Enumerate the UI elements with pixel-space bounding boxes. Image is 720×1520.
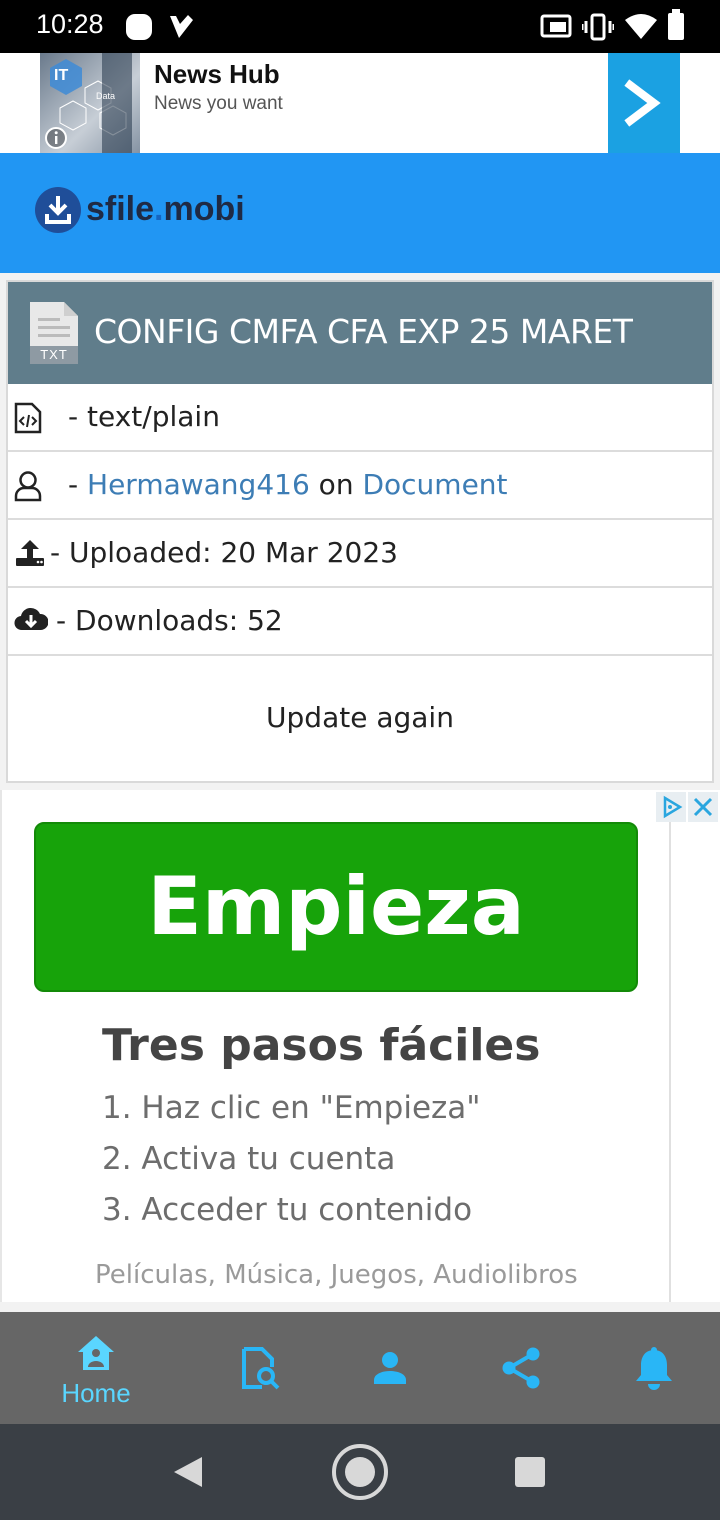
ad-close-icon[interactable] bbox=[688, 792, 718, 822]
vibrate-icon bbox=[582, 13, 614, 41]
user-icon bbox=[374, 1352, 406, 1384]
top-ad-banner[interactable]: IT Data News Hub News you want bbox=[0, 53, 720, 153]
ad-image[interactable]: IT Data bbox=[40, 53, 140, 153]
ad-step-3: 3. Acceder tu contenido bbox=[102, 1192, 473, 1228]
nav-home-label: Home bbox=[61, 1378, 131, 1408]
share-icon bbox=[502, 1347, 540, 1389]
uploader-on: on bbox=[309, 468, 363, 501]
file-info-card: TXT CONFIG CMFA CFA EXP 25 MARET - text/… bbox=[6, 280, 714, 783]
chevron-right-icon bbox=[624, 79, 661, 127]
nav-search-file[interactable] bbox=[202, 1312, 322, 1424]
uploader-row: - Hermawang416 on Document bbox=[8, 452, 712, 520]
ad-info-icon[interactable] bbox=[44, 126, 68, 150]
ad-open-button[interactable] bbox=[608, 53, 680, 153]
ad-start-button[interactable]: Empieza bbox=[34, 822, 638, 992]
nav-home[interactable]: Home bbox=[0, 1312, 192, 1424]
status-bar: 10:28 bbox=[0, 0, 720, 53]
file-type-row: - text/plain bbox=[8, 384, 712, 452]
bell-icon bbox=[636, 1347, 672, 1390]
ad-divider bbox=[669, 822, 671, 1302]
ad-image-badge: IT bbox=[54, 67, 69, 84]
wifi-icon bbox=[625, 14, 657, 39]
recents-icon[interactable] bbox=[514, 1456, 546, 1488]
battery-icon bbox=[668, 9, 684, 40]
home-icon bbox=[78, 1336, 114, 1370]
site-header: sfile.mobi bbox=[0, 153, 720, 273]
ad-heading: Tres pasos fáciles bbox=[102, 1020, 541, 1071]
ad-step-2: 2. Activa tu cuenta bbox=[102, 1141, 396, 1177]
site-logo[interactable]: sfile.mobi bbox=[34, 186, 294, 238]
cloud-download-icon bbox=[14, 607, 48, 631]
uploader-link[interactable]: Hermawang416 bbox=[87, 468, 310, 501]
uploaded-row: - Uploaded: 20 Mar 2023 bbox=[8, 520, 712, 588]
download-logo-icon bbox=[35, 187, 81, 233]
app-check-icon bbox=[170, 15, 193, 38]
logo-text-mobi: mobi bbox=[163, 190, 245, 228]
file-title-bar: TXT CONFIG CMFA CFA EXP 25 MARET bbox=[8, 282, 712, 384]
update-again-button[interactable]: Update again bbox=[8, 657, 712, 781]
ad-title[interactable]: News Hub bbox=[154, 59, 280, 90]
upload-icon bbox=[16, 540, 44, 566]
file-search-icon bbox=[242, 1347, 280, 1390]
user-outline-icon bbox=[14, 471, 42, 502]
txt-file-icon: TXT bbox=[28, 300, 80, 366]
nav-notifications[interactable] bbox=[594, 1312, 714, 1424]
ad-footer: Películas, Música, Juegos, Audiolibros bbox=[95, 1260, 578, 1290]
home-button-icon[interactable] bbox=[330, 1442, 390, 1502]
uploader-text: - Hermawang416 on Document bbox=[68, 468, 508, 501]
code-file-icon bbox=[14, 402, 42, 434]
downloads-text: - Downloads: 52 bbox=[56, 604, 283, 637]
category-link[interactable]: Document bbox=[362, 468, 507, 501]
cast-icon bbox=[540, 14, 572, 38]
system-nav-bar bbox=[0, 1424, 720, 1520]
nav-profile[interactable] bbox=[330, 1312, 450, 1424]
file-type-text: - text/plain bbox=[68, 400, 220, 433]
nav-share[interactable] bbox=[462, 1312, 582, 1424]
bottom-nav: Home bbox=[0, 1312, 720, 1424]
adchoices-icon[interactable] bbox=[656, 792, 686, 822]
ad-step-1: 1. Haz clic en "Empieza" bbox=[102, 1090, 481, 1126]
uploaded-date-text: - Uploaded: 20 Mar 2023 bbox=[50, 536, 398, 569]
notification-dot-icon bbox=[126, 14, 152, 40]
logo-text-dot: . bbox=[154, 190, 164, 228]
status-time: 10:28 bbox=[36, 9, 104, 39]
downloads-row: - Downloads: 52 bbox=[8, 588, 712, 656]
uploader-prefix: - bbox=[68, 468, 88, 501]
ad-image-label: Data bbox=[96, 91, 116, 101]
logo-text-sfile: sfile bbox=[86, 190, 155, 228]
ad-subtitle: News you want bbox=[154, 93, 283, 114]
txt-file-label: TXT bbox=[40, 347, 68, 362]
back-icon[interactable] bbox=[170, 1454, 206, 1490]
file-title: CONFIG CMFA CFA EXP 25 MARET bbox=[94, 312, 633, 351]
